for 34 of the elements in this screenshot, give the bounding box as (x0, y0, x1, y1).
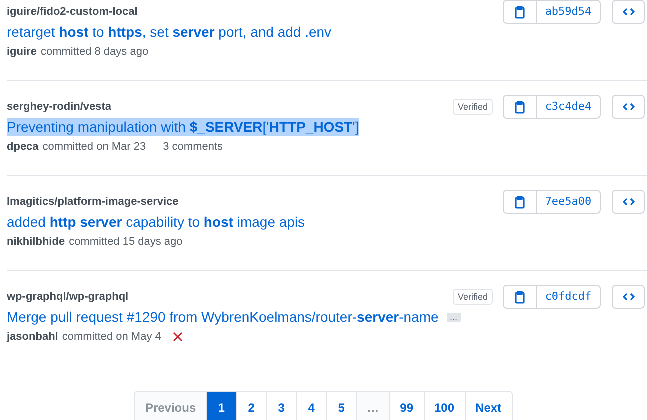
browse-code-button[interactable] (612, 190, 645, 214)
commit-title-link[interactable]: Merge pull request #1290 from WybrenKoelmans/router-server-name (7, 308, 439, 326)
clipboard-icon (515, 196, 525, 208)
commit-date: committed on May 4 (62, 330, 162, 344)
commit-title-link[interactable]: retarget host to https, set server port, and add .env (7, 23, 332, 41)
author-link[interactable]: dpeca (7, 140, 39, 154)
repository-link[interactable]: serghey-rodin/vesta (7, 100, 112, 114)
expand-button[interactable]: … (446, 312, 461, 322)
clipboard-icon (515, 100, 525, 114)
code-icon (622, 198, 634, 206)
page-link[interactable]: 1 (206, 392, 236, 420)
browse-code-button[interactable] (612, 285, 645, 309)
browse-code-button[interactable] (612, 95, 645, 119)
verified-badge[interactable]: Verified (452, 289, 493, 305)
author-link[interactable]: jasonbahl (7, 330, 58, 344)
author-link[interactable]: iguire (7, 45, 37, 59)
verified-badge[interactable]: Verified (452, 99, 493, 115)
repository-link[interactable]: wp-graphql/wp-graphql (7, 290, 129, 304)
repository-link[interactable]: iguire/fido2-custom-local (7, 5, 138, 19)
commit-title-link[interactable]: added http server capability to host image apis (7, 213, 306, 231)
browse-code-button[interactable] (612, 0, 645, 24)
clipboard-icon (515, 6, 525, 18)
clipboard-icon (515, 290, 525, 304)
page-link[interactable]: Next (464, 392, 512, 420)
author-link[interactable]: nikhilbhide (7, 235, 66, 249)
comments-link[interactable]: 3 comments (163, 140, 224, 154)
code-icon (622, 8, 634, 16)
commit-date: committed 8 days ago (40, 45, 149, 59)
repository-link[interactable]: Imagitics/platform-image-service (7, 195, 179, 209)
commit-title-link[interactable]: Preventing manipulation with $_SERVER['HTTP_HOST'] (7, 118, 360, 136)
commit-date: committed 15 days ago (69, 235, 183, 249)
commit-date: committed on Mar 23 (42, 140, 146, 154)
code-icon (622, 293, 634, 301)
code-icon (622, 103, 634, 111)
